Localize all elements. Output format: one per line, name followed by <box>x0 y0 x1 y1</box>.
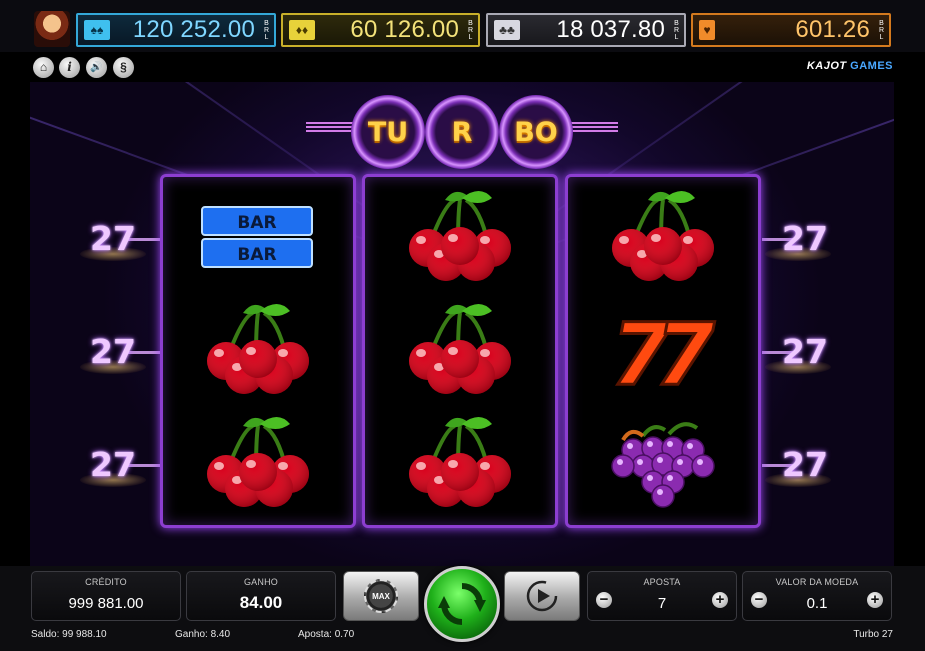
status-game-name: Turbo 27 <box>853 629 893 640</box>
logo-part-1: TU <box>351 95 425 169</box>
reel-3: 77 <box>565 174 761 528</box>
bet-increase-button[interactable]: + <box>712 592 728 608</box>
logo-part-2: R <box>425 95 499 169</box>
jackpot-1-amount: 120 252.00 <box>132 16 255 43</box>
coin-value-box: VALOR DA MOEDA 0.1 − + <box>742 571 892 621</box>
provider-logo-name: KAJOT <box>806 60 847 72</box>
jackpot-4: ♥ 601.26 BRL <box>691 13 891 47</box>
svg-text:7: 7 <box>655 306 715 396</box>
cherries-symbol <box>365 294 555 407</box>
autoplay-icon <box>526 580 558 612</box>
jackpot-1: ♠♠ 120 252.00 BRL <box>76 13 276 47</box>
silver-cards-icon: ♣♣ <box>494 20 520 40</box>
payline-number-right-2: 27 <box>782 332 828 371</box>
info-icon[interactable]: i <box>59 57 80 78</box>
reel-1: BAR BAR <box>160 174 356 528</box>
game-logo: TU R BO <box>30 92 894 169</box>
bet-decrease-button[interactable]: − <box>596 592 612 608</box>
reel-2 <box>362 174 558 528</box>
status-bet: Aposta: 0.70 <box>298 629 355 640</box>
jackpot-3-amount: 18 037.80 <box>556 16 665 43</box>
bronze-card-icon: ♥ <box>699 20 715 40</box>
grapes-symbol <box>568 407 758 520</box>
control-panel: CRÉDITO 999 881.00 GANHO 84.00 MAX APOST… <box>0 566 925 651</box>
bet-box: APOSTA 7 − + <box>587 571 737 621</box>
win-value: 84.00 <box>239 593 283 612</box>
cherries-symbol <box>568 181 758 294</box>
cherries-symbol <box>163 294 353 407</box>
provider-logo-suffix: GAMES <box>850 60 893 72</box>
jackpot-2-amount: 60 126.00 <box>350 16 459 43</box>
jackpot-4-currency: BRL <box>878 19 885 41</box>
win-label: GANHO <box>243 577 278 587</box>
cherries-symbol <box>163 407 353 520</box>
coin-increase-button[interactable]: + <box>867 592 883 608</box>
jackpot-4-amount: 601.26 <box>795 16 870 43</box>
home-icon[interactable]: ⌂ <box>33 57 54 78</box>
credit-label: CRÉDITO <box>85 577 127 587</box>
game-stage: TU R BO 27 27 27 27 27 27 BAR BAR 7 7 <box>30 82 894 566</box>
payline-number-left-2: 27 <box>90 332 136 371</box>
jackpot-bar: ♠♠ 120 252.00 BRL ♦♦ 60 126.00 BRL ♣♣ 18… <box>0 0 925 52</box>
jackpot-1-currency: BRL <box>263 19 270 41</box>
rules-icon[interactable]: § <box>113 57 134 78</box>
jackpot-3-currency: BRL <box>673 19 680 41</box>
logo-part-3: BO <box>499 95 573 169</box>
sound-icon[interactable]: 🔊 <box>86 57 107 78</box>
bet-label: APOSTA <box>643 577 681 587</box>
cherries-symbol <box>365 181 555 294</box>
credit-value: 999 881.00 <box>68 595 144 612</box>
jackpot-2: ♦♦ 60 126.00 BRL <box>281 13 480 47</box>
spin-button[interactable] <box>424 566 500 642</box>
player-avatar[interactable] <box>34 11 70 47</box>
coin-value-label: VALOR DA MOEDA <box>775 577 859 587</box>
provider-logo: KAJOT GAMES <box>807 60 893 72</box>
coin-decrease-button[interactable]: − <box>751 592 767 608</box>
payline-number-right-3: 27 <box>782 445 828 484</box>
payline-number-left-3: 27 <box>90 445 136 484</box>
autoplay-button[interactable] <box>504 571 580 621</box>
svg-text:BAR: BAR <box>237 213 276 233</box>
win-box: GANHO 84.00 <box>186 571 336 621</box>
spade-cards-icon: ♠♠ <box>84 20 110 40</box>
payline-number-left-1: 27 <box>90 219 136 258</box>
cherries-symbol <box>365 407 555 520</box>
max-chip-icon: MAX <box>364 579 398 613</box>
max-bet-button[interactable]: MAX <box>343 571 419 621</box>
credit-box: CRÉDITO 999 881.00 <box>31 571 181 621</box>
status-balance: Saldo: 99 988.10 <box>31 629 107 640</box>
double-bar-symbol: BAR BAR <box>163 181 353 294</box>
gold-cards-icon: ♦♦ <box>289 20 315 40</box>
spin-arrows-icon <box>438 583 486 625</box>
jackpot-3: ♣♣ 18 037.80 BRL <box>486 13 686 47</box>
status-win: Ganho: 8.40 <box>175 629 231 640</box>
jackpot-2-currency: BRL <box>467 19 474 41</box>
payline-number-right-1: 27 <box>782 219 828 258</box>
double-seven-symbol: 77 <box>568 294 758 407</box>
svg-text:BAR: BAR <box>237 245 276 265</box>
